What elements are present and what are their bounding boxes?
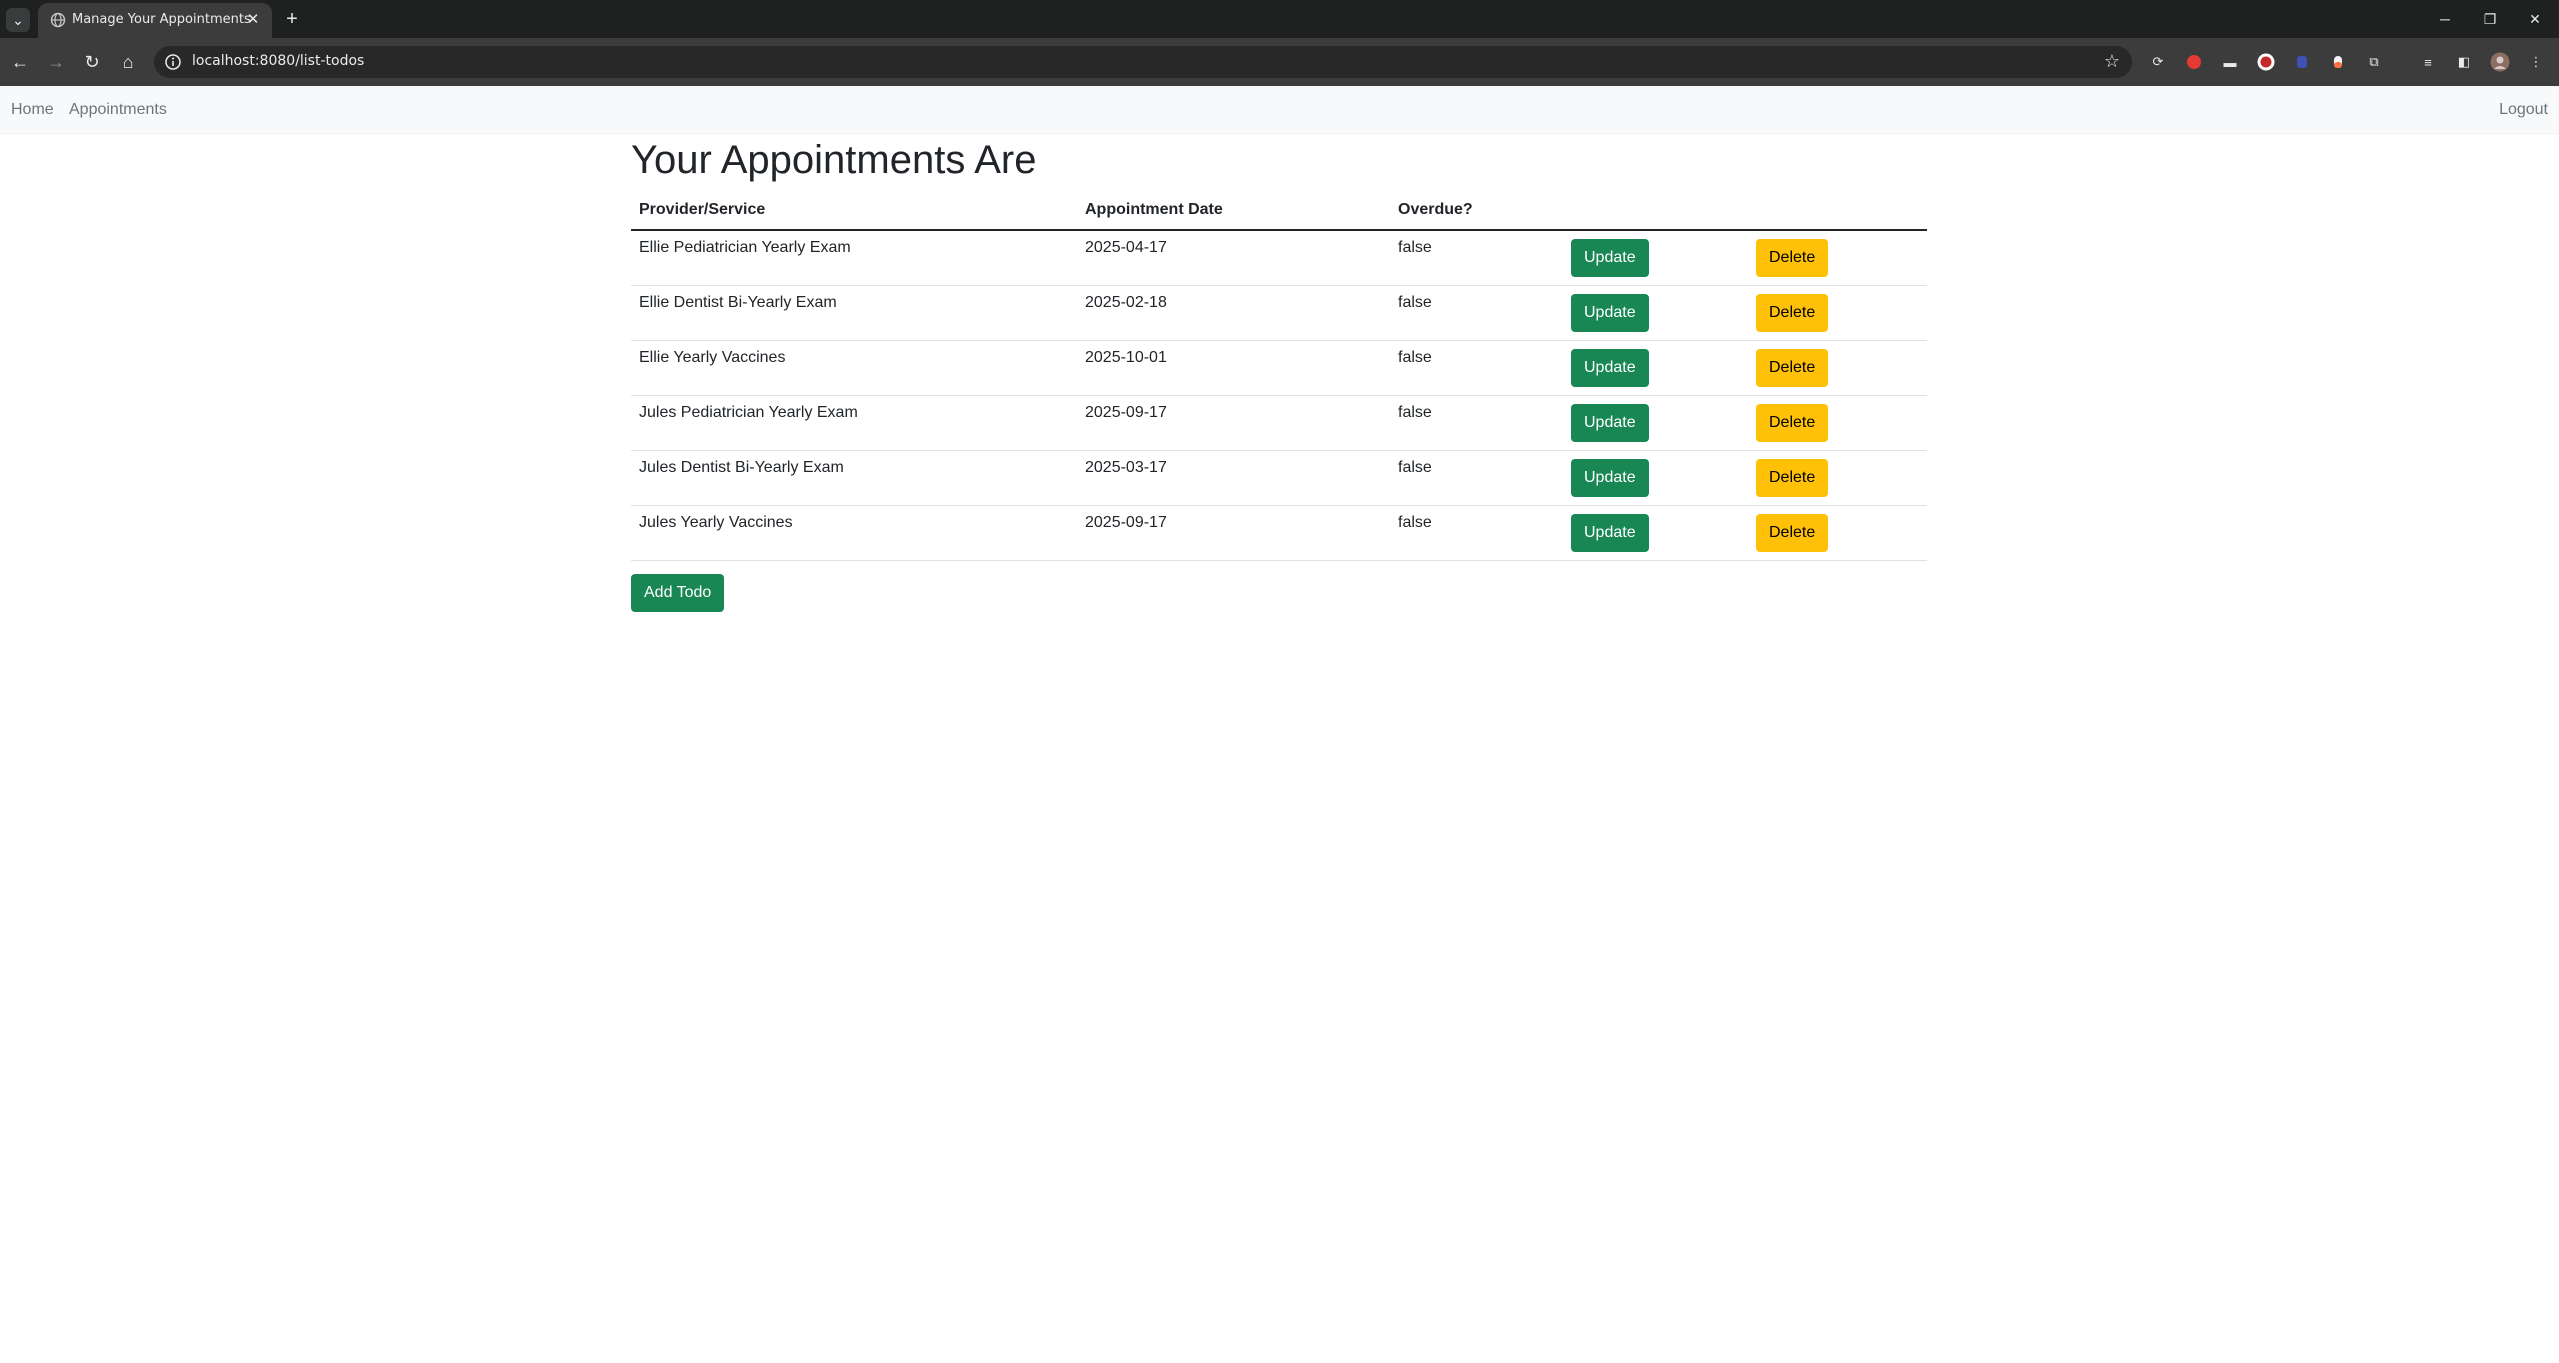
tab-title: Manage Your Appointments xyxy=(72,12,251,27)
cell-update: Update xyxy=(1563,340,1748,396)
table-row: Ellie Pediatrician Yearly Exam 2025-04-1… xyxy=(631,230,1927,286)
table-row: Jules Dentist Bi-Yearly Exam 2025-03-17 … xyxy=(631,450,1927,506)
cell-service: Ellie Yearly Vaccines xyxy=(631,340,1077,396)
side-panel-icon[interactable]: ◧ xyxy=(2454,52,2474,72)
cell-date: 2025-10-01 xyxy=(1077,340,1390,396)
update-button[interactable]: Update xyxy=(1571,514,1649,552)
cell-service: Jules Pediatrician Yearly Exam xyxy=(631,395,1077,451)
browser-toolbar: ← → ↻ ⌂ localhost:8080/list-todos ☆ ⟳ ▬ … xyxy=(0,38,2559,86)
globe-icon xyxy=(50,12,66,28)
profile-avatar-icon[interactable] xyxy=(2490,52,2510,72)
table-row: Ellie Dentist Bi-Yearly Exam 2025-02-18 … xyxy=(631,285,1927,341)
bookmark-star-icon[interactable]: ☆ xyxy=(2104,51,2120,72)
cell-overdue: false xyxy=(1390,340,1563,396)
nav-home-link[interactable]: Home xyxy=(11,101,54,119)
cell-service: Ellie Pediatrician Yearly Exam xyxy=(631,230,1077,286)
extension-shield-icon[interactable] xyxy=(2256,52,2276,72)
update-button[interactable]: Update xyxy=(1571,294,1649,332)
delete-button[interactable]: Delete xyxy=(1756,349,1829,387)
cell-delete: Delete xyxy=(1748,230,1927,286)
reload-icon[interactable]: ↻ xyxy=(80,50,104,74)
extension-blue-icon[interactable] xyxy=(2292,52,2312,72)
cell-date: 2025-04-17 xyxy=(1077,230,1390,286)
url-text: localhost:8080/list-todos xyxy=(192,53,365,69)
column-header-date: Appointment Date xyxy=(1077,190,1390,231)
appointments-table: Provider/Service Appointment Date Overdu… xyxy=(631,190,1927,561)
update-button[interactable]: Update xyxy=(1571,459,1649,497)
browser-tab-strip: ⌄ Manage Your Appointments ✕ + ─ ❐ ✕ xyxy=(0,0,2559,38)
cell-update: Update xyxy=(1563,395,1748,451)
column-header-delete xyxy=(1748,190,1927,231)
cell-delete: Delete xyxy=(1748,340,1927,396)
table-row: Jules Yearly Vaccines 2025-09-17 false U… xyxy=(631,505,1927,561)
cell-service: Jules Yearly Vaccines xyxy=(631,505,1077,561)
cell-update: Update xyxy=(1563,505,1748,561)
sync-icon[interactable]: ⟳ xyxy=(2148,52,2168,72)
new-tab-icon[interactable]: + xyxy=(280,7,304,31)
column-header-service: Provider/Service xyxy=(631,190,1077,231)
cell-date: 2025-09-17 xyxy=(1077,505,1390,561)
close-window-icon[interactable]: ✕ xyxy=(2512,6,2558,32)
site-info-icon[interactable] xyxy=(164,53,182,71)
nav-appointments-link[interactable]: Appointments xyxy=(69,101,167,119)
cell-service: Jules Dentist Bi-Yearly Exam xyxy=(631,450,1077,506)
update-button[interactable]: Update xyxy=(1571,349,1649,387)
browser-tab[interactable]: Manage Your Appointments ✕ xyxy=(38,3,272,38)
update-button[interactable]: Update xyxy=(1571,404,1649,442)
cell-date: 2025-09-17 xyxy=(1077,395,1390,451)
column-header-update xyxy=(1563,190,1748,231)
restore-icon[interactable]: ❐ xyxy=(2467,6,2513,32)
extension-screen-icon[interactable]: ▬ xyxy=(2220,52,2240,72)
delete-button[interactable]: Delete xyxy=(1756,514,1829,552)
close-tab-icon[interactable]: ✕ xyxy=(244,10,262,28)
cell-overdue: false xyxy=(1390,230,1563,286)
tab-search-icon[interactable]: ⌄ xyxy=(6,8,30,32)
column-header-overdue: Overdue? xyxy=(1390,190,1563,231)
cell-update: Update xyxy=(1563,230,1748,286)
cell-overdue: false xyxy=(1390,395,1563,451)
cell-update: Update xyxy=(1563,450,1748,506)
cell-delete: Delete xyxy=(1748,285,1927,341)
table-row: Ellie Yearly Vaccines 2025-10-01 false U… xyxy=(631,340,1927,396)
cell-overdue: false xyxy=(1390,285,1563,341)
back-icon[interactable]: ← xyxy=(8,50,32,74)
cell-delete: Delete xyxy=(1748,505,1927,561)
delete-button[interactable]: Delete xyxy=(1756,294,1829,332)
cell-delete: Delete xyxy=(1748,395,1927,451)
extensions-puzzle-icon[interactable]: ⧉ xyxy=(2364,52,2384,72)
update-button[interactable]: Update xyxy=(1571,239,1649,277)
cell-overdue: false xyxy=(1390,505,1563,561)
table-header-row: Provider/Service Appointment Date Overdu… xyxy=(631,190,1927,231)
delete-button[interactable]: Delete xyxy=(1756,404,1829,442)
extension-orange-icon[interactable] xyxy=(2328,52,2348,72)
extension-red-icon[interactable] xyxy=(2184,52,2204,72)
add-todo-button[interactable]: Add Todo xyxy=(631,574,725,612)
delete-button[interactable]: Delete xyxy=(1756,459,1829,497)
cell-date: 2025-03-17 xyxy=(1077,450,1390,506)
delete-button[interactable]: Delete xyxy=(1756,239,1829,277)
table-row: Jules Pediatrician Yearly Exam 2025-09-1… xyxy=(631,395,1927,451)
cell-update: Update xyxy=(1563,285,1748,341)
address-bar[interactable]: localhost:8080/list-todos ☆ xyxy=(154,46,2132,78)
page-title: Your Appointments Are xyxy=(631,138,1037,182)
app-navbar: Home Appointments Logout xyxy=(0,86,2559,134)
forward-icon[interactable]: → xyxy=(44,50,68,74)
cell-service: Ellie Dentist Bi-Yearly Exam xyxy=(631,285,1077,341)
reading-list-icon[interactable]: ≡ xyxy=(2418,52,2438,72)
browser-menu-icon[interactable]: ⋮ xyxy=(2526,52,2546,72)
home-icon[interactable]: ⌂ xyxy=(116,50,140,74)
nav-logout-link[interactable]: Logout xyxy=(2499,101,2548,119)
minimize-icon[interactable]: ─ xyxy=(2422,6,2468,32)
cell-date: 2025-02-18 xyxy=(1077,285,1390,341)
cell-delete: Delete xyxy=(1748,450,1927,506)
cell-overdue: false xyxy=(1390,450,1563,506)
